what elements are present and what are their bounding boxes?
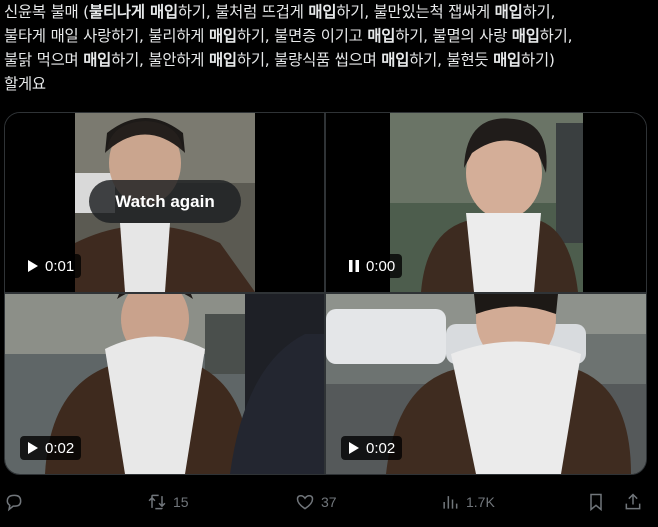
tweet-line-3: 불닭 먹으며 매입하기, 불안하게 매입하기, 불량식품 씹으며 매입하기, 불… — [4, 48, 654, 72]
tweet-action-bar: 15 37 1.7K — [0, 485, 658, 519]
view-count: 1.7K — [466, 494, 495, 510]
video-4[interactable]: 0:02 — [326, 294, 646, 474]
reply-button[interactable] — [4, 485, 30, 519]
text-bold-segment: 불티나게 매입 — [89, 3, 178, 21]
video-timestamp-badge: 0:00 — [341, 254, 403, 278]
text-segment: 하기, 불량식품 씹으며 — [236, 51, 382, 69]
tweet-line-1: 신윤복 불매 (불티나게 매입하기, 불처럼 뜨겁게 매입하기, 불만있는척 잽… — [4, 0, 654, 24]
video-timestamp-badge: 0:02 — [20, 436, 82, 460]
reply-icon — [6, 494, 22, 512]
text-segment: 하기, 불현듯 — [409, 51, 494, 69]
text-segment: 불타게 매일 사랑하기, 불리하게 — [4, 27, 209, 45]
text-segment: 하기, 불처럼 뜨겁게 — [177, 3, 309, 21]
text-segment: 하기, — [522, 3, 556, 21]
video-time: 0:02 — [366, 439, 396, 457]
video-3[interactable]: 0:02 — [5, 294, 324, 474]
like-button[interactable]: 37 — [295, 485, 337, 519]
text-segment: 하기, 불멸의 사랑 — [395, 27, 512, 45]
watch-again-button[interactable]: Watch again — [89, 180, 241, 223]
tweet-line-4: 할게요 — [4, 75, 46, 93]
text-segment: 하기, — [539, 27, 573, 45]
bookmark-icon — [590, 493, 602, 512]
text-bold-segment: 매입 — [367, 27, 396, 45]
text-bold-segment: 매입 — [511, 27, 540, 45]
video-timestamp-badge: 0:02 — [341, 436, 403, 460]
share-button[interactable] — [623, 485, 643, 519]
heart-icon — [296, 494, 314, 510]
video-time: 0:01 — [45, 257, 75, 275]
text-bold-segment: 매입 — [493, 51, 521, 69]
video-1[interactable]: Watch again 0:01 — [5, 113, 324, 292]
text-bold-segment: 매입 — [381, 51, 410, 69]
video-2[interactable]: 0:00 — [326, 113, 646, 292]
video-time: 0:00 — [366, 257, 396, 275]
text-bold-segment: 매입 — [208, 27, 237, 45]
play-icon — [28, 442, 38, 454]
share-icon — [625, 493, 641, 510]
pause-icon — [349, 260, 359, 272]
text-bold-segment: 매입 — [208, 51, 237, 69]
play-icon — [28, 260, 38, 272]
repost-button[interactable]: 15 — [147, 485, 189, 519]
views-button[interactable]: 1.7K — [440, 485, 495, 519]
views-icon — [443, 496, 458, 509]
video-time: 0:02 — [45, 439, 75, 457]
text-segment: 하기) — [521, 51, 555, 69]
tweet-line-2: 불타게 매일 사랑하기, 불리하게 매입하기, 불면증 이기고 매입하기, 불멸… — [4, 24, 654, 48]
text-segment: 하기, 불만있는척 잽싸게 — [336, 3, 495, 21]
tweet-text: 신윤복 불매 (불티나게 매입하기, 불처럼 뜨겁게 매입하기, 불만있는척 잽… — [4, 0, 654, 96]
text-segment: 신윤복 불매 ( — [4, 3, 89, 21]
text-segment: 불닭 먹으며 — [4, 51, 84, 69]
repost-icon — [148, 494, 166, 510]
text-bold-segment: 매입 — [494, 3, 523, 21]
text-segment: 하기, 불면증 이기고 — [236, 27, 368, 45]
text-bold-segment: 매입 — [83, 51, 112, 69]
bookmark-button[interactable] — [586, 485, 606, 519]
play-icon — [349, 442, 359, 454]
like-count: 37 — [321, 494, 337, 510]
video-timestamp-badge: 0:01 — [20, 254, 82, 278]
repost-count: 15 — [173, 494, 189, 510]
media-grid: Watch again 0:01 0:00 0:02 0:02 — [4, 112, 647, 475]
text-bold-segment: 매입 — [308, 3, 337, 21]
text-segment: 하기, 불안하게 — [111, 51, 209, 69]
